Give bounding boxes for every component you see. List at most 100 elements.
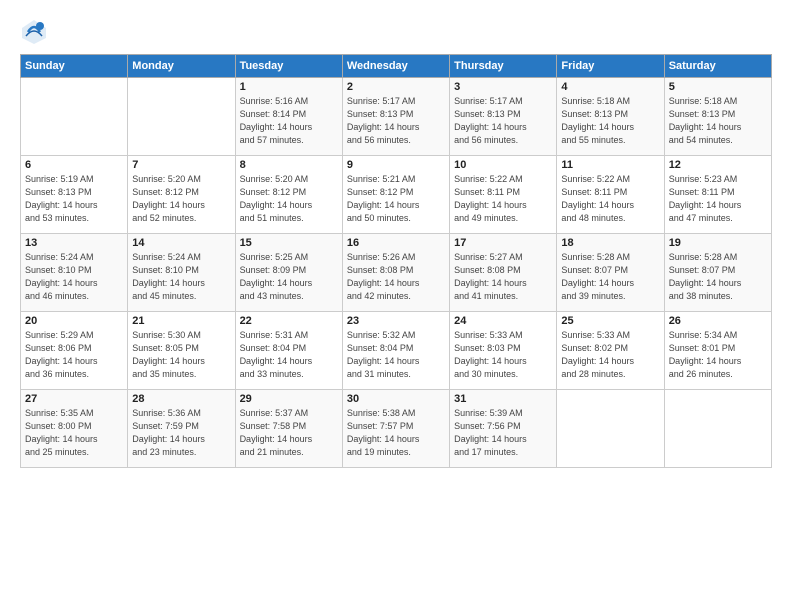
- day-cell: 21 Sunrise: 5:30 AM Sunset: 8:05 PM Dayli…: [128, 312, 235, 390]
- day-detail: Sunrise: 5:34 AM Sunset: 8:01 PM Dayligh…: [669, 329, 767, 381]
- day-cell: 18 Sunrise: 5:28 AM Sunset: 8:07 PM Dayli…: [557, 234, 664, 312]
- day-detail: Sunrise: 5:33 AM Sunset: 8:03 PM Dayligh…: [454, 329, 552, 381]
- day-number: 30: [347, 393, 445, 405]
- day-detail: Sunrise: 5:39 AM Sunset: 7:56 PM Dayligh…: [454, 407, 552, 459]
- day-number: 23: [347, 315, 445, 327]
- day-number: 2: [347, 81, 445, 93]
- header-cell-friday: Friday: [557, 55, 664, 78]
- day-detail: Sunrise: 5:21 AM Sunset: 8:12 PM Dayligh…: [347, 173, 445, 225]
- calendar-table: SundayMondayTuesdayWednesdayThursdayFrid…: [20, 54, 772, 468]
- day-number: 27: [25, 393, 123, 405]
- day-number: 15: [240, 237, 338, 249]
- day-number: 8: [240, 159, 338, 171]
- day-cell: 22 Sunrise: 5:31 AM Sunset: 8:04 PM Dayli…: [235, 312, 342, 390]
- header-cell-sunday: Sunday: [21, 55, 128, 78]
- day-number: 14: [132, 237, 230, 249]
- day-detail: Sunrise: 5:24 AM Sunset: 8:10 PM Dayligh…: [25, 251, 123, 303]
- day-detail: Sunrise: 5:27 AM Sunset: 8:08 PM Dayligh…: [454, 251, 552, 303]
- day-detail: Sunrise: 5:28 AM Sunset: 8:07 PM Dayligh…: [669, 251, 767, 303]
- day-cell: [128, 78, 235, 156]
- day-cell: 26Sunrise: 5:34 AM Sunset: 8:01 PM Dayli…: [664, 312, 771, 390]
- day-number: 6: [25, 159, 123, 171]
- day-number: 12: [669, 159, 767, 171]
- day-number: 13: [25, 237, 123, 249]
- day-cell: 4Sunrise: 5:18 AM Sunset: 8:13 PM Daylig…: [557, 78, 664, 156]
- day-cell: 15 Sunrise: 5:25 AM Sunset: 8:09 PM Dayli…: [235, 234, 342, 312]
- day-cell: 19 Sunrise: 5:28 AM Sunset: 8:07 PM Dayli…: [664, 234, 771, 312]
- day-cell: 20 Sunrise: 5:29 AM Sunset: 8:06 PM Dayli…: [21, 312, 128, 390]
- day-cell: 23 Sunrise: 5:32 AM Sunset: 8:04 PM Dayli…: [342, 312, 449, 390]
- day-cell: 25 Sunrise: 5:33 AM Sunset: 8:02 PM Dayli…: [557, 312, 664, 390]
- day-detail: Sunrise: 5:22 AM Sunset: 8:11 PM Dayligh…: [454, 173, 552, 225]
- day-detail: Sunrise: 5:38 AM Sunset: 7:57 PM Dayligh…: [347, 407, 445, 459]
- day-detail: Sunrise: 5:33 AM Sunset: 8:02 PM Dayligh…: [561, 329, 659, 381]
- day-number: 25: [561, 315, 659, 327]
- logo: [20, 18, 52, 46]
- day-cell: [557, 390, 664, 468]
- day-cell: 11 Sunrise: 5:22 AM Sunset: 8:11 PM Dayli…: [557, 156, 664, 234]
- week-row-3: 13 Sunrise: 5:24 AM Sunset: 8:10 PM Dayli…: [21, 234, 772, 312]
- day-detail: Sunrise: 5:22 AM Sunset: 8:11 PM Dayligh…: [561, 173, 659, 225]
- day-detail: Sunrise: 5:25 AM Sunset: 8:09 PM Dayligh…: [240, 251, 338, 303]
- day-number: 19: [669, 237, 767, 249]
- day-cell: 3Sunrise: 5:17 AM Sunset: 8:13 PM Daylig…: [450, 78, 557, 156]
- week-row-1: 1 Sunrise: 5:16 AM Sunset: 8:14 PM Daylig…: [21, 78, 772, 156]
- day-number: 29: [240, 393, 338, 405]
- day-detail: Sunrise: 5:31 AM Sunset: 8:04 PM Dayligh…: [240, 329, 338, 381]
- day-detail: Sunrise: 5:24 AM Sunset: 8:10 PM Dayligh…: [132, 251, 230, 303]
- day-number: 21: [132, 315, 230, 327]
- day-cell: 14 Sunrise: 5:24 AM Sunset: 8:10 PM Dayli…: [128, 234, 235, 312]
- logo-icon: [20, 18, 48, 46]
- day-cell: [21, 78, 128, 156]
- day-detail: Sunrise: 5:26 AM Sunset: 8:08 PM Dayligh…: [347, 251, 445, 303]
- day-cell: 7Sunrise: 5:20 AM Sunset: 8:12 PM Daylig…: [128, 156, 235, 234]
- day-detail: Sunrise: 5:36 AM Sunset: 7:59 PM Dayligh…: [132, 407, 230, 459]
- day-cell: 2 Sunrise: 5:17 AM Sunset: 8:13 PM Daylig…: [342, 78, 449, 156]
- day-number: 9: [347, 159, 445, 171]
- day-cell: 16 Sunrise: 5:26 AM Sunset: 8:08 PM Dayli…: [342, 234, 449, 312]
- week-row-5: 27Sunrise: 5:35 AM Sunset: 8:00 PM Dayli…: [21, 390, 772, 468]
- day-number: 10: [454, 159, 552, 171]
- day-detail: Sunrise: 5:29 AM Sunset: 8:06 PM Dayligh…: [25, 329, 123, 381]
- day-detail: Sunrise: 5:20 AM Sunset: 8:12 PM Dayligh…: [132, 173, 230, 225]
- day-number: 31: [454, 393, 552, 405]
- day-detail: Sunrise: 5:18 AM Sunset: 8:13 PM Dayligh…: [669, 95, 767, 147]
- day-detail: Sunrise: 5:32 AM Sunset: 8:04 PM Dayligh…: [347, 329, 445, 381]
- day-number: 1: [240, 81, 338, 93]
- header-cell-monday: Monday: [128, 55, 235, 78]
- day-detail: Sunrise: 5:16 AM Sunset: 8:14 PM Dayligh…: [240, 95, 338, 147]
- day-number: 18: [561, 237, 659, 249]
- day-detail: Sunrise: 5:37 AM Sunset: 7:58 PM Dayligh…: [240, 407, 338, 459]
- header-cell-wednesday: Wednesday: [342, 55, 449, 78]
- day-detail: Sunrise: 5:17 AM Sunset: 8:13 PM Dayligh…: [347, 95, 445, 147]
- day-cell: 29 Sunrise: 5:37 AM Sunset: 7:58 PM Dayli…: [235, 390, 342, 468]
- day-number: 17: [454, 237, 552, 249]
- day-cell: 27Sunrise: 5:35 AM Sunset: 8:00 PM Dayli…: [21, 390, 128, 468]
- day-cell: 17 Sunrise: 5:27 AM Sunset: 8:08 PM Dayli…: [450, 234, 557, 312]
- day-detail: Sunrise: 5:18 AM Sunset: 8:13 PM Dayligh…: [561, 95, 659, 147]
- day-number: 20: [25, 315, 123, 327]
- day-number: 5: [669, 81, 767, 93]
- day-cell: 28Sunrise: 5:36 AM Sunset: 7:59 PM Dayli…: [128, 390, 235, 468]
- day-number: 16: [347, 237, 445, 249]
- week-row-4: 20 Sunrise: 5:29 AM Sunset: 8:06 PM Dayli…: [21, 312, 772, 390]
- day-number: 11: [561, 159, 659, 171]
- header-row: SundayMondayTuesdayWednesdayThursdayFrid…: [21, 55, 772, 78]
- page: SundayMondayTuesdayWednesdayThursdayFrid…: [0, 0, 792, 612]
- day-number: 24: [454, 315, 552, 327]
- day-number: 3: [454, 81, 552, 93]
- day-cell: 12 Sunrise: 5:23 AM Sunset: 8:11 PM Dayli…: [664, 156, 771, 234]
- day-cell: 8Sunrise: 5:20 AM Sunset: 8:12 PM Daylig…: [235, 156, 342, 234]
- day-cell: [664, 390, 771, 468]
- day-number: 22: [240, 315, 338, 327]
- day-detail: Sunrise: 5:23 AM Sunset: 8:11 PM Dayligh…: [669, 173, 767, 225]
- day-detail: Sunrise: 5:19 AM Sunset: 8:13 PM Dayligh…: [25, 173, 123, 225]
- header-cell-thursday: Thursday: [450, 55, 557, 78]
- day-cell: 5 Sunrise: 5:18 AM Sunset: 8:13 PM Daylig…: [664, 78, 771, 156]
- day-cell: 9 Sunrise: 5:21 AM Sunset: 8:12 PM Daylig…: [342, 156, 449, 234]
- day-cell: 24 Sunrise: 5:33 AM Sunset: 8:03 PM Dayli…: [450, 312, 557, 390]
- week-row-2: 6 Sunrise: 5:19 AM Sunset: 8:13 PM Daylig…: [21, 156, 772, 234]
- day-cell: 31 Sunrise: 5:39 AM Sunset: 7:56 PM Dayli…: [450, 390, 557, 468]
- day-detail: Sunrise: 5:30 AM Sunset: 8:05 PM Dayligh…: [132, 329, 230, 381]
- day-detail: Sunrise: 5:28 AM Sunset: 8:07 PM Dayligh…: [561, 251, 659, 303]
